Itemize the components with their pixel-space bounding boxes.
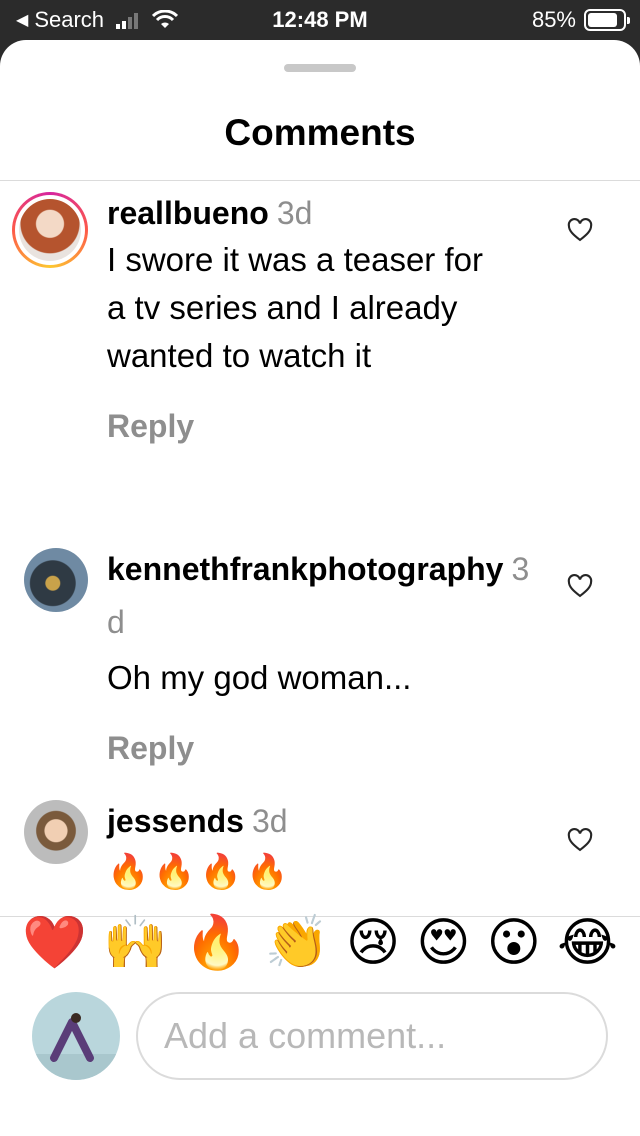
battery-icon [584, 9, 630, 31]
battery-percent: 85% [531, 7, 576, 32]
comment-time: 3d [251, 803, 288, 839]
reaction-clapping[interactable]: 👏 [265, 908, 330, 978]
battery-status: 85% [531, 7, 630, 33]
comment-text: Oh my god woman... [107, 659, 412, 696]
story-ring-avatar[interactable] [12, 192, 88, 268]
comment-body: jessends 3d 🔥🔥🔥🔥 [107, 800, 547, 896]
comment-username[interactable]: reallbueno [107, 195, 269, 231]
sheet-title: Comments [224, 112, 416, 153]
reaction-laughing[interactable]: 😂 [557, 908, 618, 978]
reply-button[interactable]: Reply [107, 730, 547, 767]
reaction-surprised[interactable]: 😮 [487, 908, 541, 978]
add-comment-input[interactable] [136, 992, 608, 1080]
comment-body: kennethfrankphotography 3d Oh my god woma… [107, 546, 547, 767]
avatar[interactable] [24, 800, 88, 864]
header-divider [0, 180, 640, 181]
comment-username[interactable]: jessends [107, 803, 244, 839]
reaction-heart[interactable]: ❤️ [22, 908, 87, 978]
like-heart-icon[interactable] [566, 572, 594, 600]
like-heart-icon[interactable] [566, 826, 594, 854]
reaction-raised-hands[interactable]: 🙌 [103, 908, 168, 978]
comment-username[interactable]: kennethfrankphotography [107, 551, 503, 587]
avatar[interactable] [24, 548, 88, 612]
reaction-fire[interactable]: 🔥 [184, 908, 249, 978]
reply-button[interactable]: Reply [107, 408, 547, 445]
comment-text: 🔥🔥🔥🔥 [107, 853, 293, 891]
reaction-crying[interactable]: 😢 [346, 908, 400, 978]
quick-reaction-bar: ❤️ 🙌 🔥 👏 😢 😍 😮 😂 [0, 908, 640, 978]
avatar [19, 199, 81, 261]
comment-time: 3d [276, 195, 313, 231]
like-heart-icon[interactable] [566, 216, 594, 244]
comment-body: reallbueno 3d I swore it was a teaser for… [107, 192, 547, 445]
my-avatar [32, 992, 120, 1080]
status-bar: ◀ Search 12:48 PM 85% [0, 0, 640, 40]
comment-text: I swore it was a teaser for a tv series … [107, 241, 483, 374]
reaction-heart-eyes[interactable]: 😍 [416, 908, 470, 978]
sheet-grabber[interactable] [284, 64, 356, 72]
